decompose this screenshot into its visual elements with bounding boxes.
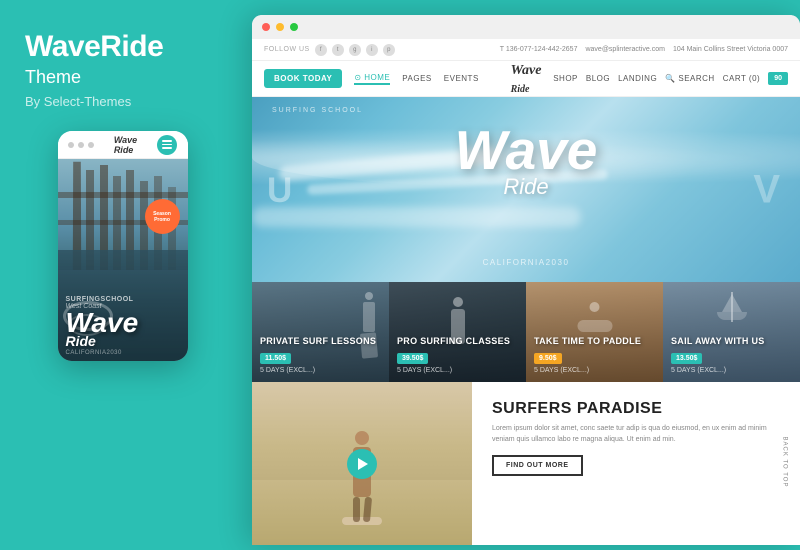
activity-card-3-title: TAKE TIME TO PADDLE: [534, 336, 655, 347]
nav-cart[interactable]: CART (0): [723, 74, 761, 83]
nav-pages[interactable]: PAGES: [402, 74, 431, 83]
nav-landing[interactable]: LANDING: [618, 74, 657, 83]
activity-card-2-content: PRO SURFING CLASSES 39.50$ 5 DAYS (EXCL.…: [397, 336, 518, 374]
browser-content: FOLLOW US f t g i p T 136-077-124-442-26…: [252, 39, 800, 545]
desktop-mockup: FOLLOW US f t g i p T 136-077-124-442-26…: [252, 15, 800, 545]
nav-search[interactable]: 🔍 SEARCH: [665, 74, 715, 83]
activity-card-surf-lessons[interactable]: PRIVATE SURF LESSONS 11.50$ 5 DAYS (EXCL…: [252, 282, 389, 382]
bottom-content: SURFERS PARADISE Lorem ipsum dolor sit a…: [472, 382, 800, 545]
mobile-top-bar: WaveRide: [58, 131, 188, 159]
video-thumbnail[interactable]: [252, 382, 472, 545]
site-nav-links: ⊙ HOME PAGES EVENTS: [354, 73, 478, 85]
activity-card-2-badge: 39.50$: [397, 353, 428, 364]
book-today-button[interactable]: BOOK TODAY: [264, 69, 342, 88]
google-icon[interactable]: g: [349, 44, 361, 56]
activity-card-1-content: PRIVATE SURF LESSONS 11.50$ 5 DAYS (EXCL…: [260, 336, 381, 374]
activities-row: PRIVATE SURF LESSONS 11.50$ 5 DAYS (EXCL…: [252, 282, 800, 382]
find-out-more-button[interactable]: FIND OUT MORE: [492, 455, 583, 476]
window-maximize-dot[interactable]: [290, 23, 298, 31]
nav-blog[interactable]: BLOG: [586, 74, 610, 83]
follow-us-label: FOLLOW US: [264, 46, 310, 53]
site-header-top-right: T 136-077-124-442-2657 wave@splinteracti…: [500, 46, 788, 53]
activity-card-sailing[interactable]: SAIL AWAY WITH US 13.50$ 5 DAYS (EXCL...…: [663, 282, 800, 382]
activity-card-4-title: SAIL AWAY WITH US: [671, 336, 792, 347]
activity-card-3-days: 5 DAYS (EXCL...): [534, 367, 655, 374]
mobile-wave-title: Wave: [66, 310, 180, 335]
window-minimize-dot[interactable]: [276, 23, 284, 31]
activity-card-4-days: 5 DAYS (EXCL...): [671, 367, 792, 374]
nav-user-count: 90: [768, 72, 788, 85]
pinterest-icon[interactable]: p: [383, 44, 395, 56]
mobile-dot-1: [68, 142, 74, 148]
nav-shop[interactable]: SHOP: [553, 74, 578, 83]
mobile-mockup: WaveRide: [58, 131, 188, 361]
activity-card-paddle[interactable]: TAKE TIME TO PADDLE 9.50$ 5 DAYS (EXCL..…: [526, 282, 663, 382]
nav-events[interactable]: EVENTS: [444, 74, 479, 83]
mobile-dots: [68, 142, 94, 148]
mobile-menu-icon[interactable]: [157, 135, 177, 155]
activity-card-4-badge: 13.50$: [671, 353, 702, 364]
mobile-season-text: SeasonPromo: [153, 211, 171, 223]
email-address: wave@splinteractive.com: [585, 46, 664, 53]
twitter-icon[interactable]: t: [332, 44, 344, 56]
activity-card-pro-surfing[interactable]: PRO SURFING CLASSES 39.50$ 5 DAYS (EXCL.…: [389, 282, 526, 382]
activity-card-1-badge: 11.50$: [260, 353, 291, 364]
hero-section: SURFING SCHOOL U Wave Ride V CALIFORNIA2…: [252, 97, 800, 282]
site-header-top-left: FOLLOW US f t g i p: [264, 44, 395, 56]
hero-v-decoration: V: [753, 167, 780, 212]
brand-subtitle: Theme: [25, 67, 81, 88]
brand-title: WaveRide: [25, 30, 163, 63]
activity-card-1-title: PRIVATE SURF LESSONS: [260, 336, 381, 347]
desktop-top-bar: [252, 15, 800, 39]
mobile-dot-3: [88, 142, 94, 148]
play-icon: [358, 458, 368, 470]
nav-home[interactable]: ⊙ HOME: [354, 73, 390, 85]
bottom-section: SURFERS PARADISE Lorem ipsum dolor sit a…: [252, 382, 800, 545]
hero-logo-wave: Wave: [455, 127, 598, 174]
activity-card-1-days: 5 DAYS (EXCL...): [260, 367, 381, 374]
site-nav: BOOK TODAY ⊙ HOME PAGES EVENTS Wave Ride…: [252, 61, 800, 97]
video-play-button[interactable]: [347, 449, 377, 479]
mobile-california: CALIFORNIA2030: [66, 350, 180, 356]
brand-by: By Select-Themes: [25, 94, 131, 109]
instagram-icon[interactable]: i: [366, 44, 378, 56]
site-logo: Wave Ride: [511, 61, 542, 97]
address: 104 Main Collins Street Victoria 0007: [673, 46, 788, 53]
surfers-paradise-title: SURFERS PARADISE: [492, 400, 780, 418]
follow-us-row: FOLLOW US f t g i p: [264, 44, 395, 56]
mobile-season-badge: SeasonPromo: [145, 199, 180, 234]
mobile-surfing-school: SURFINGSCHOOL: [66, 296, 180, 303]
site-nav-right: SHOP BLOG LANDING 🔍 SEARCH CART (0) 90: [553, 72, 788, 85]
back-to-top[interactable]: BACK TO TOP: [782, 437, 788, 488]
activity-card-2-days: 5 DAYS (EXCL...): [397, 367, 518, 374]
left-panel: WaveRide Theme By Select-Themes WaveRide: [0, 0, 245, 550]
mobile-content: SeasonPromo SURFINGSCHOOL West Coast Wav…: [58, 159, 188, 361]
activity-card-3-content: TAKE TIME TO PADDLE 9.50$ 5 DAYS (EXCL..…: [534, 336, 655, 374]
hero-u-decoration: U: [267, 171, 292, 211]
phone-number: T 136-077-124-442-2657: [500, 46, 578, 53]
hero-california-label: CALIFORNIA2030: [483, 258, 570, 267]
mobile-dot-2: [78, 142, 84, 148]
window-close-dot[interactable]: [262, 23, 270, 31]
activity-card-3-badge: 9.50$: [534, 353, 562, 364]
hero-surfing-school-label: SURFING SCHOOL: [272, 107, 363, 114]
mobile-logo: WaveRide: [114, 135, 137, 155]
site-header-top: FOLLOW US f t g i p T 136-077-124-442-26…: [252, 39, 800, 61]
hero-logo-large: Wave Ride: [455, 127, 598, 200]
activity-card-4-content: SAIL AWAY WITH US 13.50$ 5 DAYS (EXCL...…: [671, 336, 792, 374]
bottom-content-text: Lorem ipsum dolor sit amet, conc saete t…: [492, 424, 772, 445]
activity-card-2-title: PRO SURFING CLASSES: [397, 336, 518, 347]
facebook-icon[interactable]: f: [315, 44, 327, 56]
